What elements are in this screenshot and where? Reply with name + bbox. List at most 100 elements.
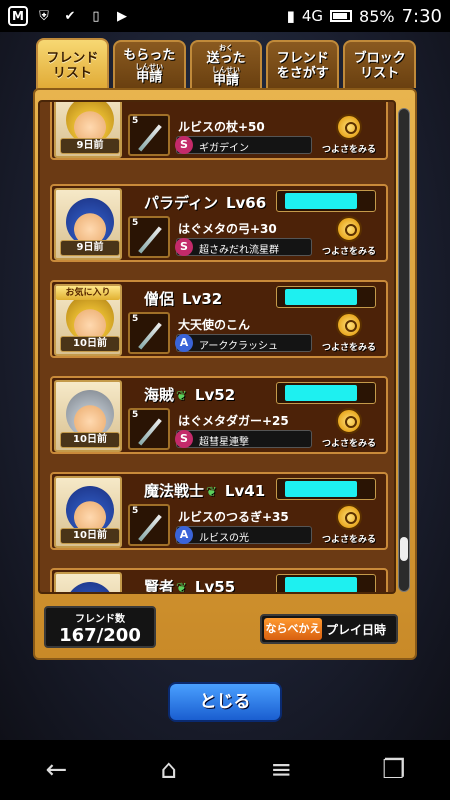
sort-button[interactable]: ならべかえ (264, 618, 322, 640)
weapon-icon: 5 (128, 114, 170, 156)
tab-block-list[interactable]: ブロック リスト (343, 40, 416, 88)
skill-rank-badge: S (175, 238, 193, 256)
close-button[interactable]: とじる (168, 682, 282, 722)
weapon-name: はぐメタダガー+25 (178, 414, 289, 428)
friend-row[interactable]: 9日前 5 ルビスの杖+50 S ギガデイン つよさをみる (50, 102, 388, 160)
character-portrait (66, 294, 114, 342)
play-store-icon: ▶ (117, 8, 127, 24)
friend-row[interactable]: 賢者 ❦ Lv55 (50, 568, 388, 594)
view-strength-button[interactable]: つよさをみる (318, 114, 380, 156)
friend-count-box: フレンド数 167/200 (44, 606, 156, 648)
tab-bar: フレンド リスト もらった しんせい 申請 おく 送った しんせい 申請 フレンド をさがす … (36, 38, 416, 90)
friend-name-redacted (276, 286, 376, 308)
leaf-icon: ❦ (176, 581, 187, 594)
character-portrait (66, 198, 114, 246)
last-played: 10日前 (60, 336, 120, 352)
friend-name-redacted (276, 190, 376, 212)
friend-job: パラディン Lv66 (144, 194, 267, 212)
weapon-name: ルビスのつるぎ+35 (178, 510, 289, 524)
skill-rank-badge: A (175, 334, 193, 352)
view-strength-button[interactable]: つよさをみる (318, 216, 380, 258)
skill-name: 超さみだれ流星群 (199, 245, 279, 256)
recent-apps-icon[interactable]: ❐ (374, 750, 414, 790)
skill-rank-badge: A (175, 526, 193, 544)
magnifier-icon (336, 216, 362, 242)
skill-rank-badge: S (175, 430, 193, 448)
avatar: 10日前 (54, 380, 122, 452)
weapon-name: ルビスの杖+50 (178, 120, 265, 134)
back-icon[interactable]: ← (36, 750, 76, 790)
last-played: 10日前 (60, 528, 120, 544)
home-icon[interactable]: ⌂ (149, 750, 189, 790)
leaf-icon: ❦ (206, 485, 217, 500)
list-scrollbar[interactable] (398, 108, 410, 592)
friend-count-label: フレンド数 (75, 614, 125, 625)
shield-icon: ⛨ (39, 8, 49, 24)
skill-name: ギガデイン (199, 143, 249, 154)
friend-name-redacted (276, 574, 376, 592)
leaf-icon: ❦ (176, 389, 187, 404)
weapon-icon: 5 (128, 216, 170, 258)
avatar: 9日前 (54, 188, 122, 260)
friend-row[interactable]: 10日前 魔法戦士 ❦ Lv41 5 ルビスのつるぎ+35 A ルビスの光 つよさを… (50, 472, 388, 550)
avatar (54, 572, 122, 592)
network-label: 4G (301, 7, 324, 25)
character-portrait (66, 486, 114, 534)
app-notification-icon: M (8, 6, 28, 26)
sort-control: ならべかえ プレイ日時 (260, 614, 398, 644)
sort-value: プレイ日時 (326, 623, 387, 637)
skill-name: ルビスの光 (199, 533, 249, 544)
skill-bar: S 超さみだれ流星群 (175, 238, 312, 256)
weapon-name: はぐメタの弓+30 (178, 222, 277, 236)
view-strength-button[interactable]: つよさをみる (318, 504, 380, 546)
avatar: 9日前 (54, 102, 122, 158)
menu-icon[interactable]: ≡ (261, 750, 301, 790)
tab-friend-list[interactable]: フレンド リスト (36, 38, 109, 90)
last-played: 9日前 (60, 138, 120, 154)
magnifier-icon (336, 408, 362, 434)
scroll-thumb[interactable] (400, 537, 408, 561)
view-strength-button[interactable]: つよさをみる (318, 408, 380, 450)
friend-row[interactable]: 9日前 パラディン Lv66 5 はぐメタの弓+30 S 超さみだれ流星群 つよさ… (50, 184, 388, 262)
character-portrait (66, 390, 114, 438)
weapon-icon: 5 (128, 504, 170, 546)
skill-name: 超彗星連撃 (199, 437, 249, 448)
friend-name-redacted (276, 478, 376, 500)
friend-job: 魔法戦士 ❦ Lv41 (144, 482, 266, 500)
tab-sent-requests[interactable]: おく 送った しんせい 申請 (189, 40, 263, 88)
check-circle-icon: ✔ (64, 8, 76, 24)
view-strength-button[interactable]: つよさをみる (318, 312, 380, 354)
friend-row[interactable]: 10日前 海賊 ❦ Lv52 5 はぐメタダガー+25 S 超彗星連撃 つよさをみる (50, 376, 388, 454)
friend-count-value: 167/200 (59, 625, 141, 646)
battery-icon (330, 10, 353, 22)
tab-received-requests[interactable]: もらった しんせい 申請 (112, 40, 186, 88)
last-played: 9日前 (60, 240, 120, 256)
skill-name: アーククラッシュ (199, 341, 278, 352)
magnifier-icon (336, 504, 362, 530)
clock: 7:30 (401, 5, 442, 27)
friend-row[interactable]: お気に入り 10日前 僧侶 Lv32 5 大天使のこん A アーククラッシュ つよ… (50, 280, 388, 358)
phone-rotate-icon: ▯ (92, 8, 100, 24)
avatar: 10日前 (54, 476, 122, 548)
tab-find-friends[interactable]: フレンド をさがす (266, 40, 340, 88)
signal-icon: ▮ (286, 7, 295, 25)
friend-job: 僧侶 Lv32 (144, 290, 223, 308)
friend-list[interactable]: 9日前 5 ルビスの杖+50 S ギガデイン つよさをみる 9日前 パラディン L… (38, 100, 396, 594)
status-bar: M ⛨ ✔ ▯ ▶ ▮ 4G 85% 7:30 (0, 0, 450, 32)
weapon-icon: 5 (128, 408, 170, 450)
favorite-badge: お気に入り (56, 286, 120, 300)
magnifier-icon (336, 114, 362, 140)
weapon-name: 大天使のこん (178, 318, 251, 332)
system-nav-bar: ← ⌂ ≡ ❐ (0, 740, 450, 800)
skill-bar: S ギガデイン (175, 136, 312, 154)
skill-bar: A ルビスの光 (175, 526, 312, 544)
friend-job: 賢者 ❦ Lv55 (144, 578, 236, 594)
skill-bar: S 超彗星連撃 (175, 430, 312, 448)
weapon-icon: 5 (128, 312, 170, 354)
character-portrait (66, 582, 114, 592)
magnifier-icon (336, 312, 362, 338)
avatar: お気に入り 10日前 (54, 284, 122, 356)
friend-name-redacted (276, 382, 376, 404)
skill-bar: A アーククラッシュ (175, 334, 312, 352)
skill-rank-badge: S (175, 136, 193, 154)
